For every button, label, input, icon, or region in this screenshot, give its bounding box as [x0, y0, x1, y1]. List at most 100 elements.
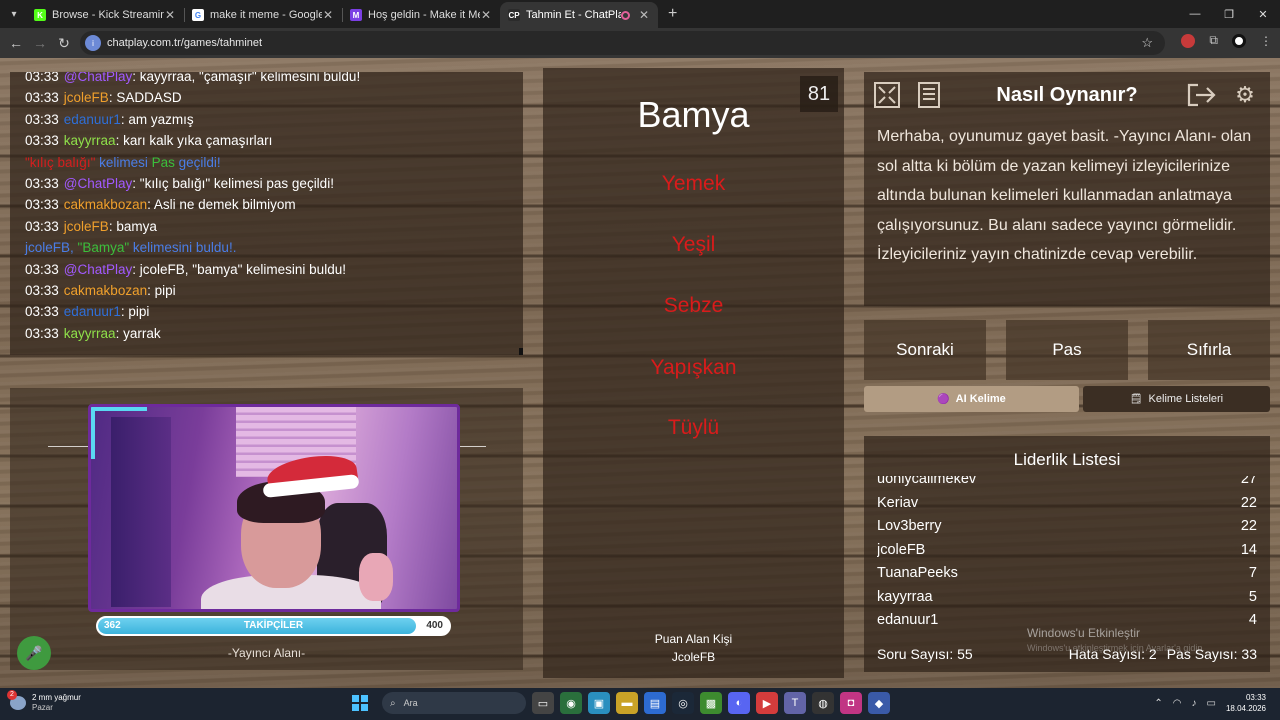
tray-chevron-icon[interactable]: ⌃: [1154, 698, 1162, 709]
task-view-icon[interactable]: ▭: [532, 692, 554, 714]
close-tab-icon[interactable]: ✕: [322, 8, 334, 22]
recording-indicator-icon: [621, 10, 630, 20]
browser-tab[interactable]: Gmake it meme - Google'da Ara✕: [184, 2, 342, 28]
chat-username[interactable]: jcoleFB: [64, 90, 109, 105]
gear-icon[interactable]: ⚙: [1228, 78, 1262, 112]
extension-icon[interactable]: [1181, 33, 1196, 48]
forward-icon[interactable]: →: [28, 35, 52, 51]
pass-button[interactable]: Pas: [1006, 320, 1128, 380]
chat-text: : bamya: [108, 218, 157, 234]
chat-system-part: kelimesi: [95, 154, 152, 170]
word-lists-button[interactable]: 🗒 Kelime Listeleri: [1083, 386, 1270, 412]
reset-button[interactable]: Sıfırla: [1148, 320, 1270, 380]
start-icon[interactable]: [352, 695, 368, 711]
chat-username[interactable]: edanuur1: [64, 112, 121, 127]
folder-icon[interactable]: ▬: [616, 692, 638, 714]
steam-icon[interactable]: ◎: [672, 692, 694, 714]
clock[interactable]: 03:33 18.04.2026: [1226, 692, 1266, 714]
leaderboard-score: 5: [1248, 588, 1257, 605]
exit-icon[interactable]: [1184, 78, 1218, 112]
chat-system-part: kelimesini buldu!.: [129, 240, 237, 256]
follower-goal: 400: [426, 620, 443, 631]
wifi-icon[interactable]: ◠: [1173, 698, 1182, 709]
streamer-area-label: -Yayıncı Alanı-: [227, 646, 306, 660]
taboo-word: Yapışkan: [650, 356, 737, 379]
browser-tab[interactable]: K Browse - Kick Streaming ✕: [26, 2, 184, 28]
leaderboard-name: uonlycallmekev: [877, 476, 977, 487]
chat-message: 03:33 @ChatPlay: jcoleFB, "bamya" kelimes…: [25, 259, 523, 280]
close-window-icon[interactable]: ✕: [1246, 0, 1280, 28]
tab-title: Browse - Kick Streaming: [52, 9, 164, 21]
obs-icon[interactable]: ◍: [812, 692, 834, 714]
tab-search-icon[interactable]: ▾: [2, 2, 26, 26]
chat-timestamp: 03:33: [25, 325, 59, 341]
browser-menu-icon[interactable]: ⋮: [1260, 34, 1272, 48]
close-tab-icon[interactable]: ✕: [164, 8, 176, 22]
minecraft-icon[interactable]: ▩: [700, 692, 722, 714]
extensions-puzzle-icon[interactable]: ⧉: [1209, 33, 1218, 48]
reload-icon[interactable]: ↻: [52, 35, 76, 52]
chat-system-part: Pas: [151, 154, 175, 170]
chat-system-message: jcoleFB, "Bamya" kelimesini buldu!.: [25, 237, 523, 258]
screen-icon[interactable]: ▣: [588, 692, 610, 714]
store-icon[interactable]: ▤: [644, 692, 666, 714]
restore-icon[interactable]: ❐: [1212, 0, 1246, 28]
chat-text: : am yazmış: [120, 111, 194, 127]
network-icon[interactable]: ▭: [1207, 698, 1216, 709]
chat-message: 03:33 edanuur1: am yazmış: [25, 109, 523, 130]
chat-username[interactable]: @ChatPlay: [64, 176, 132, 191]
leaderboard-list[interactable]: uonlycallmekev 27 Keriav 22 Lov3berry 22 jcole…: [877, 476, 1257, 636]
url-field[interactable]: i chatplay.com.tr/games/tahminet ☆: [80, 31, 1165, 55]
chat-panel[interactable]: 03:33 @ChatPlay: kayyrraa, "çamaşır" keli…: [10, 72, 523, 355]
leaderboard-name: TuanaPeeks: [877, 565, 958, 581]
discord-icon[interactable]: ◐: [728, 692, 750, 714]
bookmark-star-icon[interactable]: ☆: [1141, 35, 1153, 51]
close-tab-icon[interactable]: ✕: [638, 8, 650, 22]
target-word: Bamya: [637, 94, 750, 135]
question-count: Soru Sayısı: 55: [877, 646, 973, 662]
chat-text: : SADDASD: [108, 90, 182, 106]
teams-icon[interactable]: T: [784, 692, 806, 714]
next-button[interactable]: Sonraki: [864, 320, 986, 380]
browser-tab[interactable]: M Hoş geldin - Make it Meme✕: [342, 2, 500, 28]
app-icon[interactable]: ◆: [868, 692, 890, 714]
leaderboard-name: Lov3berry: [877, 518, 942, 534]
weather-widget[interactable]: 2 mm yağmur Pazar: [7, 690, 81, 713]
chat-timestamp: 03:33: [25, 282, 59, 298]
chat-username[interactable]: @ChatPlay: [64, 72, 132, 84]
clock-time: 03:33: [1245, 693, 1266, 702]
close-tab-icon[interactable]: ✕: [480, 8, 492, 22]
cam-bg-door: [111, 417, 171, 607]
microphone-icon[interactable]: 🎤: [17, 636, 51, 670]
media-icon[interactable]: ▶: [756, 692, 778, 714]
site-info-icon[interactable]: i: [85, 35, 101, 51]
chat-username[interactable]: jcoleFB: [64, 219, 109, 234]
chat-timestamp: 03:33: [25, 111, 59, 127]
instagram-icon[interactable]: ◘: [840, 692, 862, 714]
minimize-icon[interactable]: —: [1178, 0, 1212, 28]
volume-icon[interactable]: ♪: [1192, 698, 1197, 709]
chat-username[interactable]: @ChatPlay: [64, 262, 132, 277]
chat-username[interactable]: cakmakbozan: [64, 283, 147, 298]
game-page: 03:33 @ChatPlay: kayyrraa, "çamaşır" keli…: [0, 58, 1280, 688]
chat-username[interactable]: edanuur1: [64, 304, 121, 319]
taskbar-search[interactable]: ⌕ Ara: [382, 692, 526, 714]
taboo-word: Yemek: [661, 172, 726, 195]
taboo-word: Sebze: [663, 294, 724, 317]
chat-scrollbar[interactable]: [519, 348, 523, 355]
chat-username[interactable]: cakmakbozan: [64, 197, 147, 212]
browser-tab[interactable]: CP Tahmin Et - ChatPlay ✕: [500, 2, 658, 28]
word-lists-label: Kelime Listeleri: [1148, 393, 1224, 405]
taskbar-search-placeholder: Ara: [403, 698, 418, 708]
leaderboard-row: uonlycallmekev 27: [877, 476, 1257, 492]
activation-watermark-sub: Windows'u etkinleştirmek için Ayarlar'a …: [1027, 643, 1205, 653]
chrome-icon[interactable]: ◉: [560, 692, 582, 714]
back-icon[interactable]: ←: [4, 35, 28, 51]
leaderboard-row: Lov3berry 22: [877, 515, 1257, 539]
ai-word-button[interactable]: 🟣 AI Kelime: [864, 386, 1079, 412]
chat-username[interactable]: kayyrraa: [64, 133, 116, 148]
new-tab-button[interactable]: +: [668, 5, 677, 23]
chat-timestamp: 03:33: [25, 197, 59, 213]
chat-username[interactable]: kayyrraa: [64, 326, 116, 341]
profile-avatar[interactable]: [1232, 33, 1246, 48]
